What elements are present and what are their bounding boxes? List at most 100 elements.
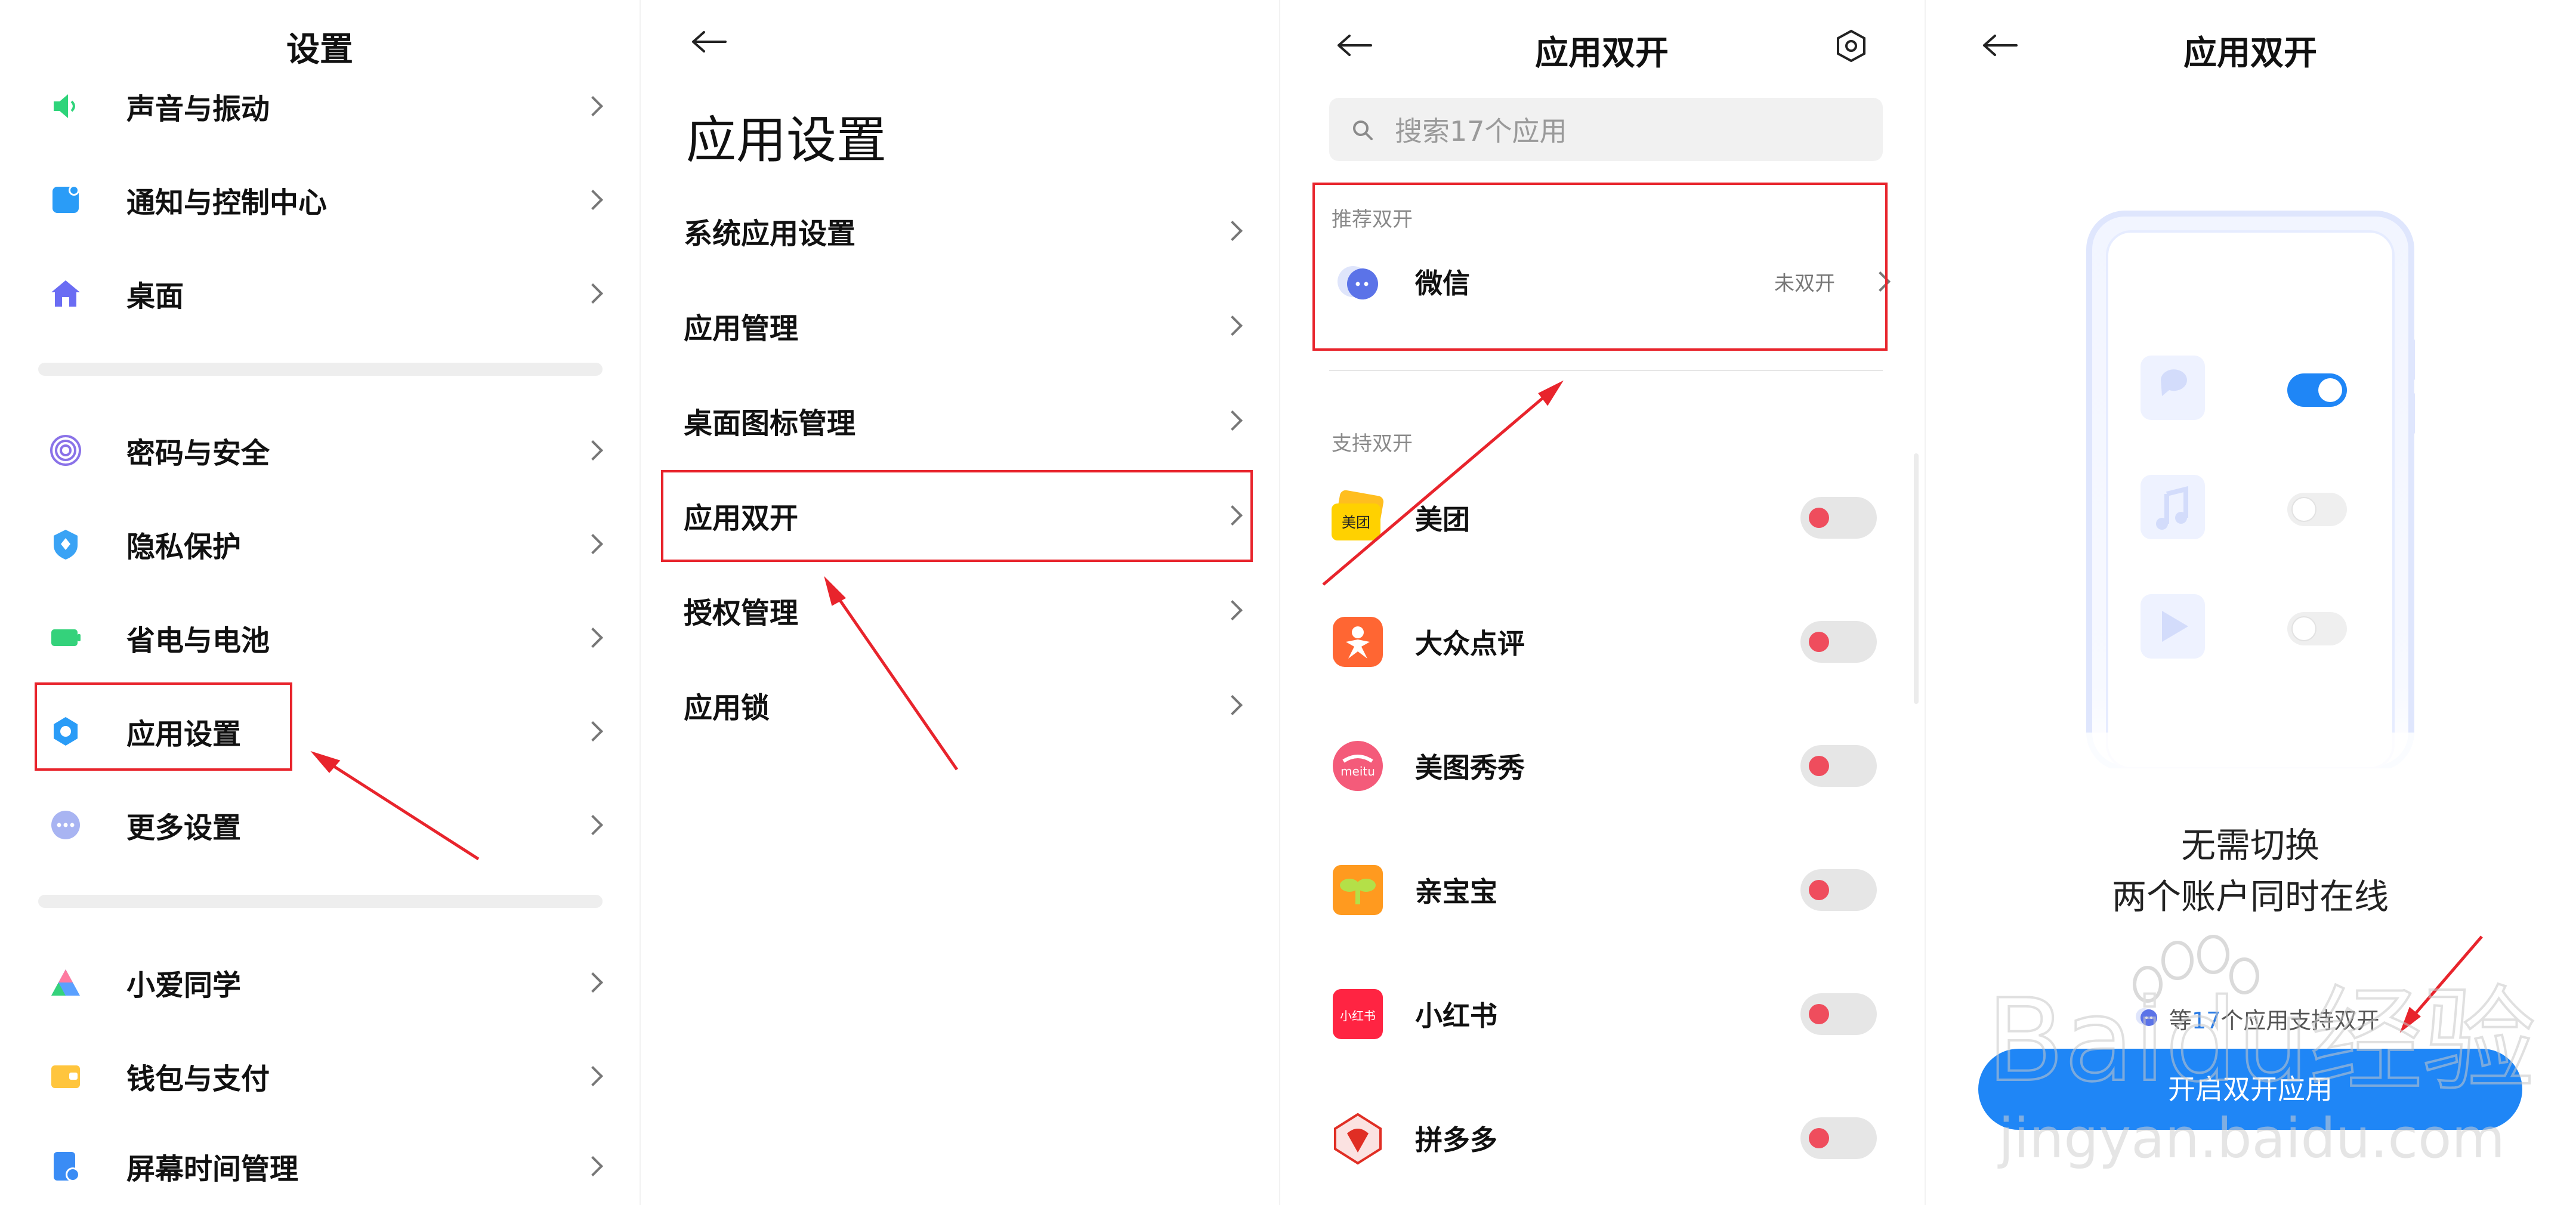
annotation-box-app-settings [35,682,292,771]
chevron-right-icon [585,815,605,835]
app-settings-item-icon-management[interactable]: 桌面图标管理 [640,376,1279,465]
dual-toggle[interactable] [1800,621,1877,663]
panel-divider [1925,0,1926,1205]
menu-item-label: 系统应用设置 [684,217,856,251]
app-row-pinduoduo: 拼多多 [1279,1079,1925,1198]
back-arrow-icon[interactable] [691,30,728,54]
settings-item-notifications[interactable]: 通知与控制中心 [0,155,640,245]
meitu-icon: meitu [1329,737,1386,795]
pinduoduo-icon [1329,1110,1386,1167]
more-icon [49,808,82,842]
settings-item-desktop[interactable]: 桌面 [0,249,640,338]
settings-item-battery[interactable]: 省电与电池 [0,593,640,682]
dual-toggle[interactable] [1800,497,1877,539]
home-icon [49,277,82,310]
baidu-jingyan-watermark: Baidu经验 jingyan.baidu.com [1985,935,2537,1169]
app-row-xiaohongshu: 小红书 小红书 [1279,954,1925,1074]
chevron-right-icon [585,534,605,554]
qinbaobao-icon [1329,861,1386,919]
settings-item-label: 隐私保护 [126,530,242,564]
panel-divider [1279,0,1280,1205]
app-label: 大众点评 [1415,628,1525,660]
xiaohongshu-icon-text: 小红书 [1340,1009,1376,1023]
assistant-icon [49,966,82,999]
dual-apps-panel: 应用双开 搜索17个应用 推荐双开 微信 未双开 支持双开 美团 美团 大众点评 [1279,0,1925,1205]
page-title: 应用设置 [686,111,887,169]
toggle-knob [1809,1128,1829,1148]
watermark-line-1: Baidu经验 [1987,975,2536,1107]
annotation-box-recommended [1312,183,1888,351]
menu-item-label: 桌面图标管理 [684,407,856,440]
chevron-right-icon [585,721,605,741]
settings-item-more[interactable]: 更多设置 [0,780,640,870]
screen-time-icon [49,1150,82,1183]
settings-item-wallet[interactable]: 钱包与支付 [0,1031,640,1121]
app-label: 美团 [1415,503,1470,536]
app-label: 小红书 [1415,1000,1497,1032]
toggle-knob [1809,880,1829,900]
page-title: 应用双开 [2183,34,2317,73]
chevron-right-icon [1224,316,1244,336]
section-divider [38,363,603,376]
app-settings-item-app-lock[interactable]: 应用锁 [640,660,1279,750]
wallet-icon [49,1059,82,1093]
settings-hexagon-icon[interactable] [1834,29,1868,63]
settings-item-label: 更多设置 [126,811,242,845]
chevron-right-icon [585,283,605,304]
search-input[interactable]: 搜索17个应用 [1329,98,1883,161]
app-label: 美图秀秀 [1415,752,1525,784]
chevron-right-icon [585,1156,605,1176]
xiaohongshu-icon: 小红书 [1329,985,1386,1043]
chevron-right-icon [1224,221,1244,241]
app-settings-item-app-management[interactable]: 应用管理 [640,281,1279,370]
toggle-knob [1809,508,1829,528]
dual-toggle[interactable] [1800,745,1877,787]
settings-item-screen-time[interactable]: 屏幕时间管理 [0,1121,640,1205]
page-title: 应用双开 [1535,34,1669,73]
search-placeholder: 搜索17个应用 [1395,115,1567,147]
fingerprint-icon [49,434,82,467]
dual-toggle[interactable] [1800,993,1877,1035]
menu-item-label: 应用锁 [684,691,770,725]
menu-item-label: 应用管理 [684,312,799,345]
settings-item-sound[interactable]: 声音与振动 [0,61,640,151]
dual-toggle[interactable] [1800,1117,1877,1159]
app-row-meituan: 美团 美团 [1279,458,1925,577]
settings-item-label: 钱包与支付 [126,1062,270,1096]
chevron-right-icon [585,628,605,648]
settings-item-label: 小爱同学 [126,969,242,1002]
battery-icon [49,621,82,654]
settings-item-assistant[interactable]: 小爱同学 [0,938,640,1027]
dual-toggle[interactable] [1800,869,1877,911]
chevron-right-icon [1224,410,1244,431]
menu-item-label: 授权管理 [684,597,799,630]
app-settings-item-system-apps[interactable]: 系统应用设置 [640,186,1279,276]
toggle-knob [1809,1004,1829,1024]
toggle-knob [1809,756,1829,776]
chevron-right-icon [585,440,605,461]
annotation-box-dual-apps [661,470,1253,562]
scrollbar[interactable] [1914,453,1919,704]
headline-line-1: 无需切换 [2180,825,2319,866]
meitu-icon-text: meitu [1340,764,1375,778]
settings-item-privacy[interactable]: 隐私保护 [0,499,640,589]
app-settings-item-permissions[interactable]: 授权管理 [640,566,1279,655]
app-row-dianping: 大众点评 [1279,582,1925,702]
settings-panel: 设置 声音与振动 通知与控制中心 桌面 密码与安全 隐私保护 省电与电池 应用设… [0,0,640,1205]
settings-item-label: 省电与电池 [126,624,270,657]
section-label-supported: 支持双开 [1332,432,1413,456]
app-label: 亲宝宝 [1415,876,1497,908]
speaker-icon [49,89,82,123]
dianping-icon [1329,613,1386,671]
chevron-right-icon [585,190,605,210]
app-row-qinbaobao: 亲宝宝 [1279,830,1925,950]
phone-illustration [2083,208,2417,771]
chevron-right-icon [1224,600,1244,620]
toggle-knob [1809,632,1829,652]
chevron-right-icon [1224,695,1244,715]
chevron-right-icon [585,1066,605,1086]
settings-item-label: 声音与振动 [126,92,270,126]
settings-item-security[interactable]: 密码与安全 [0,406,640,495]
shield-icon [49,527,82,561]
settings-item-label: 桌面 [126,280,184,313]
